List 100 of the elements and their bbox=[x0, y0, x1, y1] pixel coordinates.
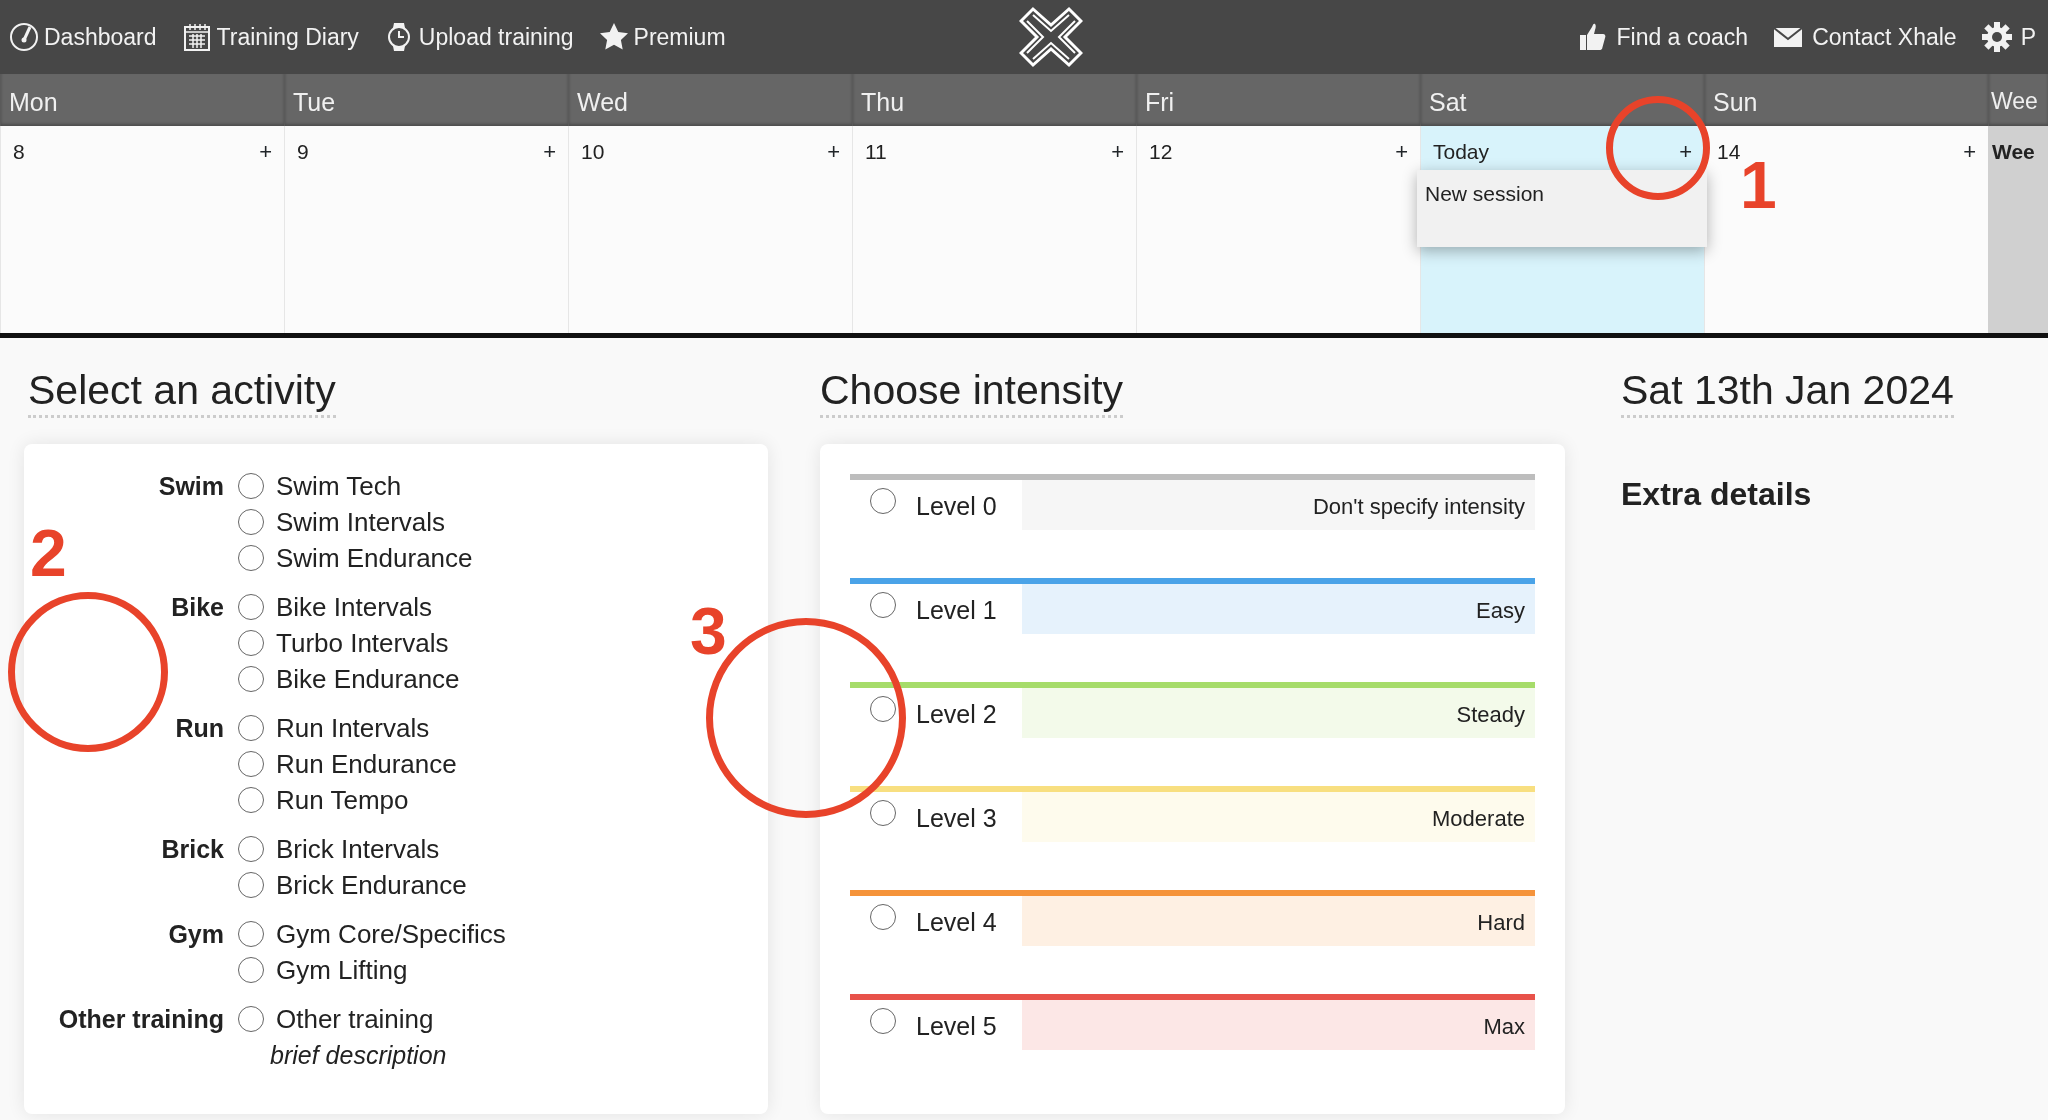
radio-button[interactable] bbox=[238, 957, 264, 984]
radio-button[interactable] bbox=[238, 836, 264, 863]
radio-button[interactable] bbox=[238, 921, 264, 948]
add-button[interactable]: + bbox=[259, 136, 272, 168]
radio-button[interactable] bbox=[870, 488, 896, 515]
nav-link[interactable]: P bbox=[1980, 19, 2036, 55]
intensity-row[interactable]: Level 3 Moderate bbox=[850, 786, 1535, 843]
radio-option[interactable]: Swim Tech bbox=[238, 468, 402, 505]
level-label: Level 0 bbox=[916, 491, 997, 523]
level-label: Level 5 bbox=[916, 1011, 997, 1043]
radio-option[interactable]: Turbo Intervals bbox=[238, 625, 449, 662]
add-button[interactable]: + bbox=[543, 136, 556, 168]
section-heading: Choose intensity bbox=[820, 368, 1124, 419]
option-label: Brick Intervals bbox=[276, 832, 440, 866]
option-label: Other training bbox=[276, 1002, 434, 1036]
radio-button[interactable] bbox=[238, 1006, 264, 1033]
day-number: Today bbox=[1433, 139, 1490, 165]
option-label: Swim Intervals bbox=[276, 505, 446, 539]
radio-button[interactable] bbox=[870, 800, 896, 827]
radio-option[interactable]: Brick Intervals bbox=[238, 831, 440, 868]
add-button[interactable]: + bbox=[827, 136, 840, 168]
logo-icon[interactable] bbox=[1017, 5, 1084, 69]
nav-link[interactable]: Contact Xhale bbox=[1772, 19, 1957, 55]
radio-button[interactable] bbox=[238, 545, 264, 572]
day-number: 8 bbox=[13, 139, 25, 165]
annotation-number: 1 bbox=[1740, 152, 1777, 218]
option-label: Turbo Intervals bbox=[276, 626, 449, 660]
radio-button[interactable] bbox=[238, 751, 264, 778]
radio-button[interactable] bbox=[870, 1008, 896, 1035]
level-description: Moderate bbox=[1022, 792, 1535, 843]
nav-link[interactable]: Premium bbox=[597, 19, 726, 55]
intensity-row[interactable]: Level 1 Easy bbox=[850, 578, 1535, 635]
option-label: Gym Core/Specifics bbox=[276, 917, 506, 951]
day-header: Wee bbox=[1988, 74, 2048, 126]
add-button[interactable]: + bbox=[1111, 136, 1124, 168]
radio-button[interactable] bbox=[238, 872, 264, 899]
extra-details-heading: Extra details bbox=[1621, 475, 1813, 515]
day-header: Wed bbox=[568, 74, 852, 126]
week-label: Wee bbox=[1988, 126, 2048, 333]
option-label: Run Intervals bbox=[276, 711, 430, 745]
radio-button[interactable] bbox=[870, 904, 896, 931]
level-label: Level 1 bbox=[916, 595, 997, 627]
level-description: Easy bbox=[1022, 584, 1535, 635]
radio-option[interactable]: Run Intervals bbox=[238, 710, 430, 747]
level-label: Level 4 bbox=[916, 907, 997, 939]
day-header: Mon bbox=[0, 74, 284, 126]
radio-button[interactable] bbox=[870, 696, 896, 723]
day-number: 11 bbox=[865, 139, 887, 165]
radio-option[interactable]: Bike Endurance bbox=[238, 661, 460, 698]
nav-link[interactable]: Upload training bbox=[382, 19, 574, 55]
radio-option[interactable]: Run Endurance bbox=[238, 746, 457, 783]
level-label: Level 2 bbox=[916, 699, 997, 731]
hint-text: brief description bbox=[269, 1040, 448, 1072]
day-header: Sat bbox=[1420, 74, 1704, 126]
radio-button[interactable] bbox=[238, 630, 264, 657]
radio-button[interactable] bbox=[238, 787, 264, 814]
level-description: Steady bbox=[1022, 688, 1535, 739]
intensity-row[interactable]: Level 4 Hard bbox=[850, 890, 1535, 947]
group-label: Swim bbox=[157, 471, 224, 503]
day-number: 14 bbox=[1717, 139, 1741, 165]
option-label: Run Tempo bbox=[276, 783, 409, 817]
option-label: Gym Lifting bbox=[276, 953, 408, 987]
nav-link[interactable]: Dashboard bbox=[8, 19, 157, 55]
option-label: Swim Tech bbox=[276, 469, 402, 503]
radio-button[interactable] bbox=[238, 666, 264, 693]
radio-button[interactable] bbox=[238, 473, 264, 500]
day-cell[interactable]: Today + New session bbox=[1420, 126, 1704, 333]
add-button[interactable]: + bbox=[1679, 136, 1692, 168]
option-label: Bike Intervals bbox=[276, 590, 433, 624]
intensity-row[interactable]: Level 5 Max bbox=[850, 994, 1535, 1051]
radio-button[interactable] bbox=[238, 715, 264, 742]
radio-option[interactable]: Swim Endurance bbox=[238, 540, 473, 577]
radio-option[interactable]: Bike Intervals bbox=[238, 589, 433, 626]
section-heading: Select an activity bbox=[28, 368, 336, 419]
group-label: Other training bbox=[57, 1004, 224, 1036]
add-button[interactable]: + bbox=[1395, 136, 1408, 168]
intensity-row[interactable]: Level 0 Don't specify intensity bbox=[850, 474, 1535, 531]
nav-link[interactable]: Training Diary bbox=[180, 19, 359, 55]
intensity-row[interactable]: Level 2 Steady bbox=[850, 682, 1535, 739]
radio-button[interactable] bbox=[238, 509, 264, 536]
day-number: 9 bbox=[297, 139, 309, 165]
radio-option[interactable]: Gym Lifting bbox=[238, 952, 408, 989]
option-label: Swim Endurance bbox=[276, 541, 473, 575]
day-number: 12 bbox=[1149, 139, 1173, 165]
menu-item[interactable]: New session bbox=[1425, 178, 1699, 210]
radio-option[interactable]: Run Tempo bbox=[238, 782, 409, 819]
radio-option[interactable]: Swim Intervals bbox=[238, 504, 446, 541]
radio-button[interactable] bbox=[870, 592, 896, 619]
radio-button[interactable] bbox=[238, 594, 264, 621]
add-button[interactable]: + bbox=[1963, 136, 1976, 168]
radio-option[interactable]: Other training bbox=[238, 1001, 434, 1038]
nav-link[interactable]: Find a coach bbox=[1576, 19, 1749, 55]
annotation-number: 3 bbox=[690, 598, 727, 664]
day-number: 10 bbox=[581, 139, 605, 165]
gear-icon bbox=[1980, 21, 2013, 53]
group-label: Brick bbox=[160, 834, 224, 866]
radio-option[interactable]: Gym Core/Specifics bbox=[238, 916, 506, 953]
level-description: Don't specify intensity bbox=[1022, 480, 1535, 531]
day-header: Sun bbox=[1704, 74, 1988, 126]
radio-option[interactable]: Brick Endurance bbox=[238, 867, 467, 904]
